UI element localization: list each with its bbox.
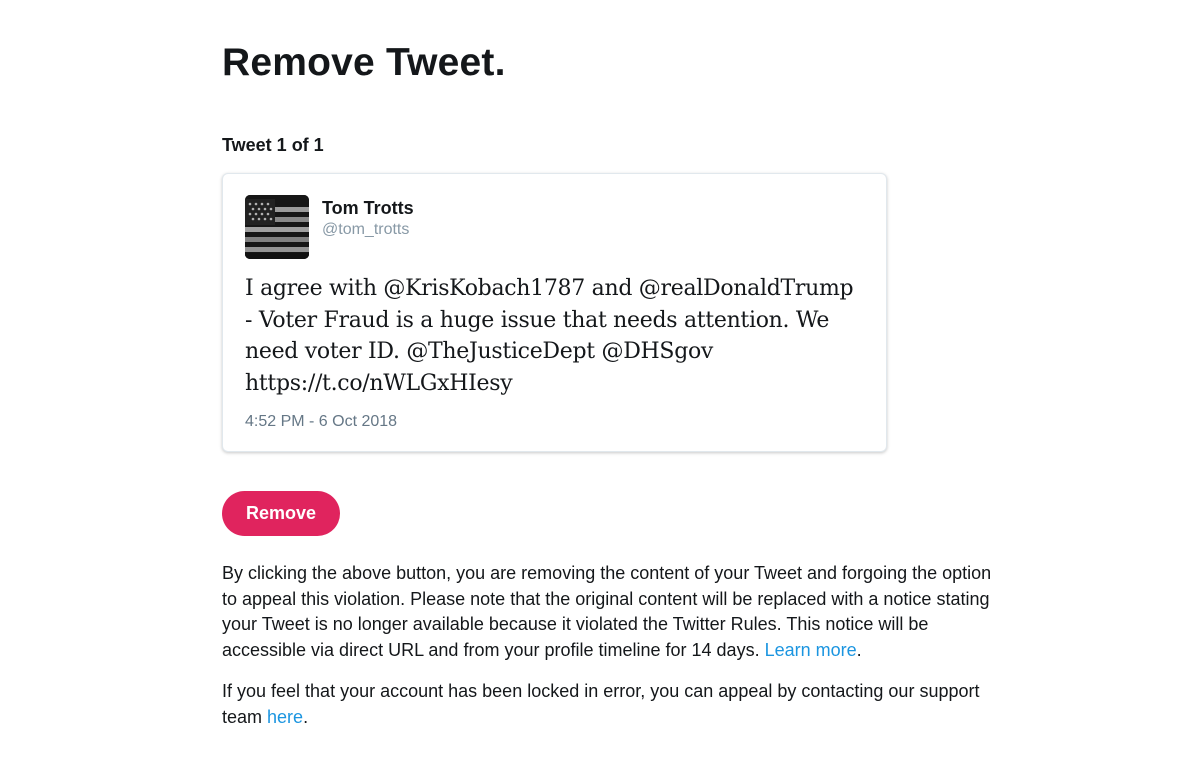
appeal-notice-end: . [303, 706, 309, 727]
removal-notice-end: . [856, 639, 862, 660]
tweet-card: Tom Trotts @tom_trotts I agree with @Kri… [222, 173, 887, 452]
tweet-timestamp[interactable]: 4:52 PM - 6 Oct 2018 [245, 412, 397, 432]
removal-notice: By clicking the above button, you are re… [222, 561, 1002, 663]
tweet-counter: Tweet 1 of 1 [222, 135, 324, 155]
removal-notice-text: By clicking the above button, you are re… [222, 563, 992, 660]
tweet-text: I agree with @KrisKobach1787 and @realDo… [245, 276, 854, 396]
appeal-notice-text: If you feel that your account has been l… [222, 681, 980, 727]
learn-more-link[interactable]: Learn more [765, 640, 857, 660]
tweet-screen-name[interactable]: @tom_trotts [322, 220, 409, 240]
appeal-notice: If you feel that your account has been l… [222, 679, 1002, 730]
support-team-link[interactable]: here [267, 707, 303, 727]
page-title: Remove Tweet. [222, 41, 506, 84]
tweet-display-name[interactable]: Tom Trotts [322, 197, 414, 219]
remove-button[interactable]: Remove [222, 491, 340, 536]
american-flag-avatar-icon [245, 195, 309, 259]
